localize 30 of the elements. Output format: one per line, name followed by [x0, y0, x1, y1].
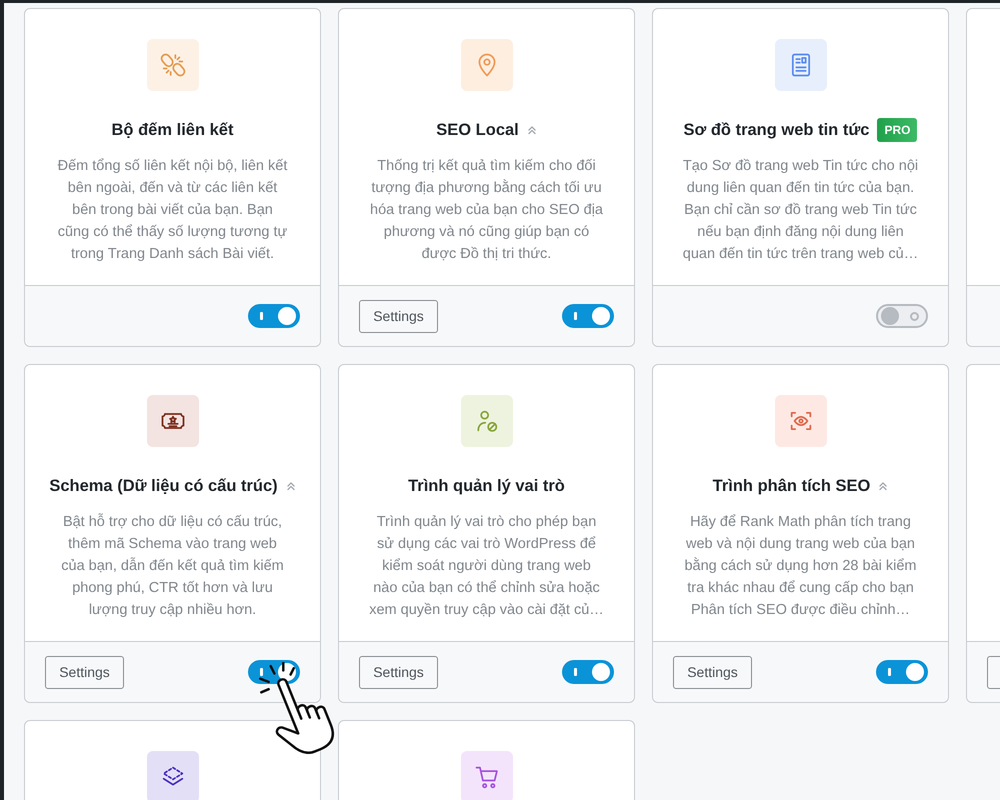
broken-link-icon	[146, 39, 198, 91]
module-title: SEO Local	[436, 120, 519, 140]
module-description: Trình quản lý vai trò cho phép bạn sử dụng các vai trò WordPress để kiểm soát người dùng trang web nào của bạn có thể chỉnh sửa hoặc xem quyền truy cập vào cài đặt củ…	[368, 513, 604, 620]
document-icon	[774, 39, 826, 91]
eye-scan-icon	[774, 395, 826, 447]
settings-button[interactable]: Settings	[359, 656, 438, 688]
settings-button[interactable]: Settings	[45, 656, 124, 688]
module-description: Đếm tổng số liên kết nội bộ, liên kết bên ngoài, đến và từ các liên kết bên trong bài viết của bạn. Bạn cũng có thể thấy số lượng tương tự trong Trang Danh sách Bài viết.	[56, 157, 288, 264]
toggle-switch[interactable]	[562, 304, 614, 328]
pro-badge: PRO	[877, 118, 918, 142]
module-title: Sơ đồ trang web tin tức	[684, 120, 870, 140]
module-description: Hãy để Rank Math phân tích trang web và nội dung trang web của bạn bằng cách sử dụng hơn 28 bài kiểm tra khác nhau để cung cấp cho bạn Phân tích SEO được điều chỉnh…	[683, 513, 918, 620]
module-title: Trình phân tích SEO	[712, 476, 870, 496]
module-description: Tạo Sơ đồ trang web Tin tức cho nội dung liên quan đến tin tức của bạn. Bạn chỉ cần sơ đồ trang web Tin tức nếu bạn định đăng nội dung liên quan đến tin tức trên trang web củ…	[682, 157, 918, 264]
toggle-switch[interactable]	[562, 660, 614, 684]
module-title: Trình quản lý vai trò	[408, 476, 565, 496]
user-block-icon	[460, 395, 512, 447]
shopping-cart-icon	[460, 751, 512, 800]
certificate-icon	[146, 395, 198, 447]
settings-button[interactable]: Settings	[359, 300, 438, 332]
module-title: Schema (Dữ liệu có cấu trúc)	[49, 476, 278, 496]
map-pin-icon	[460, 39, 512, 91]
settings-button[interactable]: Settings	[673, 656, 752, 688]
module-description: Thống trị kết quả tìm kiếm cho đối tượng địa phương bằng cách tối ưu hóa trang web của bạn cho SEO địa phương và nó cũng giúp bạn có được Đồ thị tri thức.	[369, 157, 604, 264]
toggle-switch[interactable]	[876, 660, 928, 684]
toggle-switch[interactable]	[876, 304, 928, 328]
toggle-switch[interactable]	[248, 304, 300, 328]
layers-icon	[146, 751, 198, 800]
module-title: Bộ đếm liên kết	[112, 120, 234, 140]
module-description: Bật hỗ trợ cho dữ liệu có cấu trúc, thêm mã Schema vào trang web của bạn, dẫn đến kết quả tìm kiếm phong phú, CTR tốt hơn và lưu lượng truy cập nhiều hơn.	[60, 512, 285, 620]
